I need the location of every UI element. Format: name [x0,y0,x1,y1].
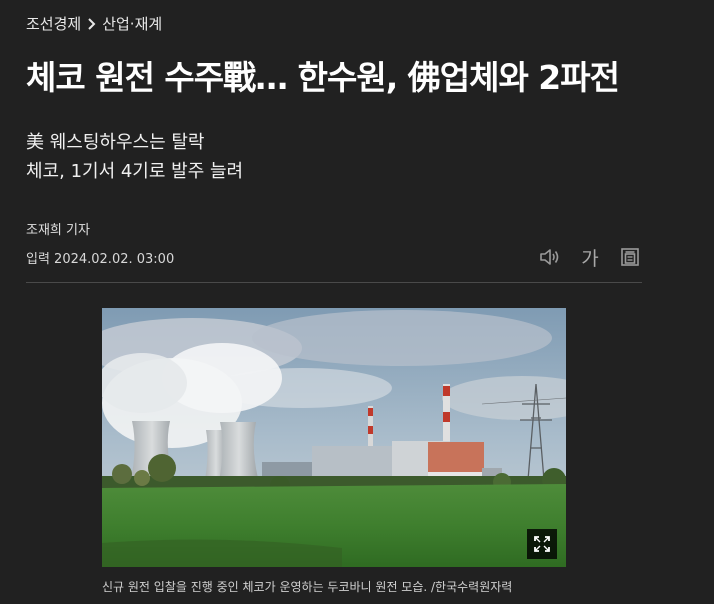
article-subheadline: 美 웨스팅하우스는 탈락 체코, 1기서 4기로 발주 늘려 [26,128,243,186]
article-tools: 가 [536,243,644,271]
font-size-button[interactable]: 가 [576,243,604,271]
reporter-byline[interactable]: 조재희 기자 [26,219,90,238]
speaker-icon [540,249,559,265]
subheadline-line-2: 체코, 1기서 4기로 발주 늘려 [26,161,244,182]
header-divider [26,282,642,283]
breadcrumb: 조선경제 산업·재계 [26,13,162,34]
breadcrumb-subsection-link[interactable]: 산업·재계 [102,13,162,34]
subheadline-line-1: 美 웨스팅하우스는 탈락 [26,132,205,153]
power-plant-image [102,308,566,567]
article-photo[interactable] [102,308,566,567]
breadcrumb-section-link[interactable]: 조선경제 [26,13,81,34]
expand-icon [534,536,550,552]
publish-date: 입력 2024.02.02. 03:00 [26,252,175,267]
chevron-right-icon [88,17,96,30]
listen-button[interactable] [536,243,564,271]
article-headline: 체코 원전 수주戰… 한수원, 佛업체와 2파전 [26,58,620,97]
photo-caption: 신규 원전 입찰을 진행 중인 체코가 운영하는 두코바니 원전 모습. /한국… [102,580,513,594]
font-size-icon: 가 [581,247,599,270]
print-icon [621,248,639,266]
expand-photo-button[interactable] [527,529,557,559]
print-button[interactable] [616,243,644,271]
